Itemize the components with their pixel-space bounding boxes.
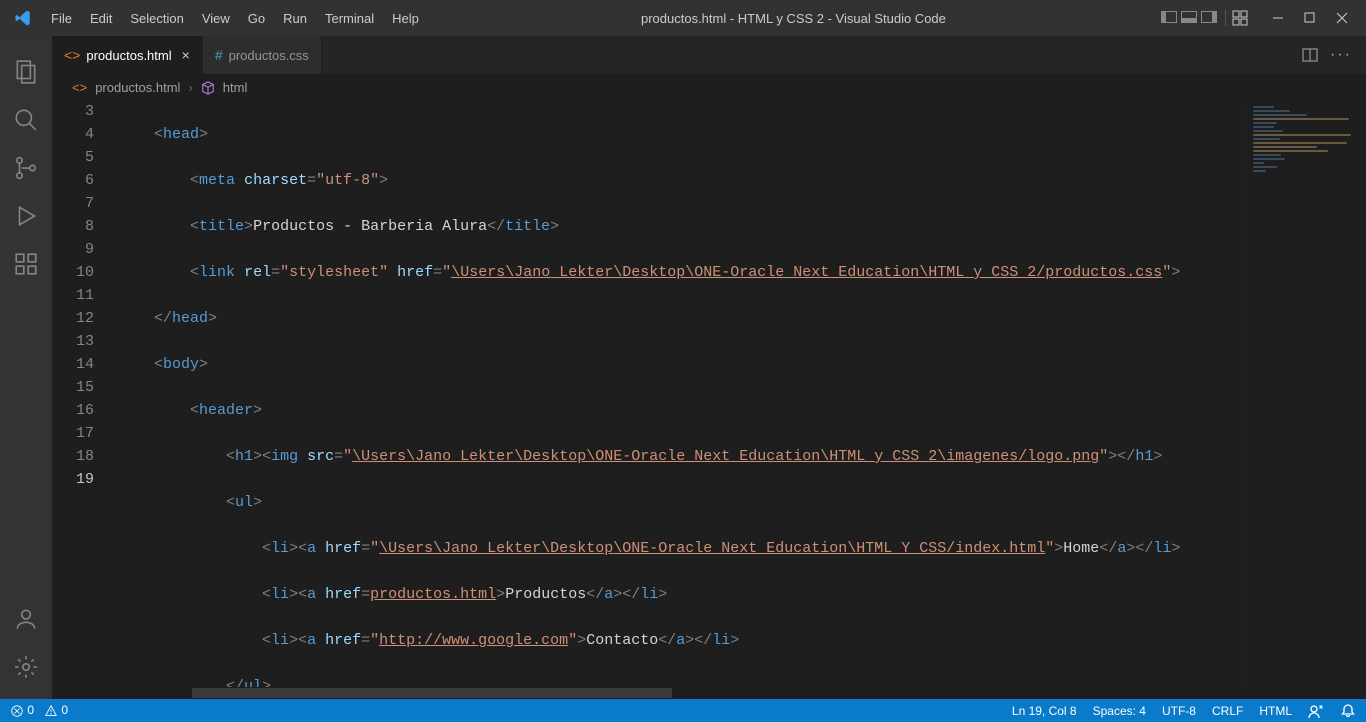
code-editor[interactable]: 3456 78910 11121314 15161718 19 <head> <… [52, 100, 1366, 687]
extensions-icon[interactable] [0, 240, 52, 288]
layout-controls [1159, 10, 1248, 26]
menu-go[interactable]: Go [239, 5, 274, 32]
tab-label: productos.html [86, 48, 171, 63]
close-tab-icon[interactable]: × [182, 47, 190, 63]
breadcrumb-symbol[interactable]: html [223, 80, 248, 95]
status-cursor-position[interactable]: Ln 19, Col 8 [1012, 704, 1077, 718]
breadcrumbs[interactable]: <> productos.html › html [52, 74, 1366, 100]
tab-productos-html[interactable]: <> productos.html × [52, 36, 203, 74]
vscode-logo-icon [14, 9, 32, 27]
menu-edit[interactable]: Edit [81, 5, 121, 32]
menu-bar: File Edit Selection View Go Run Terminal… [42, 5, 428, 32]
scrollbar-thumb[interactable] [192, 688, 672, 698]
line-numbers: 3456 78910 11121314 15161718 19 [52, 100, 118, 687]
customize-layout-icon[interactable] [1232, 10, 1248, 26]
menu-terminal[interactable]: Terminal [316, 5, 383, 32]
html-file-icon: <> [72, 80, 87, 95]
divider [1225, 10, 1226, 26]
close-button[interactable] [1326, 8, 1358, 28]
search-icon[interactable] [0, 96, 52, 144]
split-editor-icon[interactable] [1302, 47, 1318, 63]
html-file-icon: <> [64, 47, 80, 63]
code-content[interactable]: <head> <meta charset="utf-8"> <title>Pro… [118, 100, 1366, 687]
chevron-right-icon: › [188, 80, 192, 95]
editor-area: <> productos.html × # productos.css ··· … [52, 36, 1366, 699]
breadcrumb-file[interactable]: productos.html [95, 80, 180, 95]
tabs-actions: ··· [1302, 36, 1366, 74]
css-file-icon: # [215, 47, 223, 63]
menu-view[interactable]: View [193, 5, 239, 32]
toggle-primary-sidebar-icon[interactable] [1159, 11, 1179, 26]
toggle-panel-icon[interactable] [1179, 11, 1199, 26]
toggle-secondary-sidebar-icon[interactable] [1199, 11, 1219, 26]
minimap[interactable] [1246, 100, 1366, 687]
title-bar: File Edit Selection View Go Run Terminal… [0, 0, 1366, 36]
tabs-bar: <> productos.html × # productos.css ··· [52, 36, 1366, 74]
status-bar: 0 0 Ln 19, Col 8 Spaces: 4 UTF-8 CRLF HT… [0, 699, 1366, 722]
horizontal-scrollbar[interactable] [52, 687, 1366, 699]
status-indentation[interactable]: Spaces: 4 [1093, 704, 1146, 718]
accounts-icon[interactable] [0, 595, 52, 643]
minimize-button[interactable] [1262, 8, 1294, 28]
status-encoding[interactable]: UTF-8 [1162, 704, 1196, 718]
explorer-icon[interactable] [0, 48, 52, 96]
menu-run[interactable]: Run [274, 5, 316, 32]
menu-selection[interactable]: Selection [121, 5, 192, 32]
activity-bar [0, 36, 52, 699]
menu-help[interactable]: Help [383, 5, 428, 32]
status-eol[interactable]: CRLF [1212, 704, 1243, 718]
window-controls [1262, 8, 1358, 28]
run-debug-icon[interactable] [0, 192, 52, 240]
more-actions-icon[interactable]: ··· [1330, 46, 1352, 64]
menu-file[interactable]: File [42, 5, 81, 32]
status-notifications-icon[interactable] [1340, 703, 1356, 719]
tab-productos-css[interactable]: # productos.css [203, 36, 322, 74]
status-language[interactable]: HTML [1259, 704, 1292, 718]
maximize-button[interactable] [1294, 8, 1326, 28]
symbol-icon [201, 79, 215, 95]
source-control-icon[interactable] [0, 144, 52, 192]
window-title: productos.html - HTML y CSS 2 - Visual S… [428, 11, 1159, 26]
settings-gear-icon[interactable] [0, 643, 52, 691]
tab-label: productos.css [229, 48, 309, 63]
activity-bottom [0, 595, 52, 691]
status-feedback-icon[interactable] [1308, 703, 1324, 719]
main-area: <> productos.html × # productos.css ··· … [0, 36, 1366, 699]
status-problems[interactable]: 0 0 [10, 703, 68, 718]
